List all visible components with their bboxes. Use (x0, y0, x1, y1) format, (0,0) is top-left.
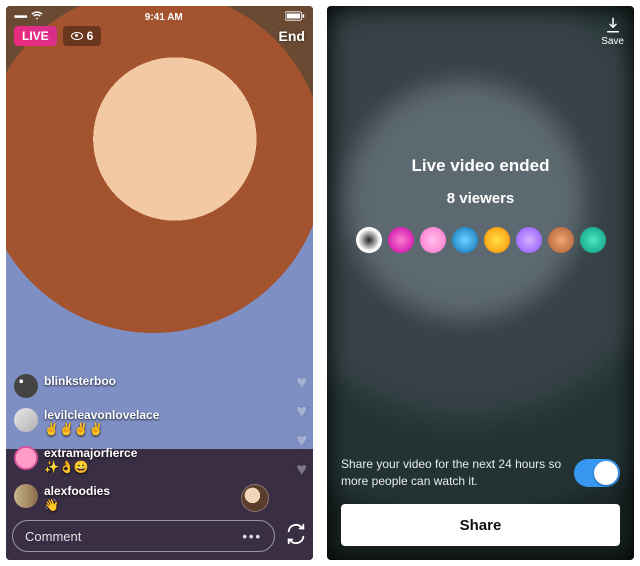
switch-camera-icon[interactable] (285, 523, 307, 550)
ended-viewer-count: 8 viewers (447, 190, 515, 207)
share-button[interactable]: Share (341, 504, 620, 546)
comment-row[interactable]: levilcleavonlovelace ✌️✌️✌️✌️ (14, 408, 253, 436)
heart-icon: ♥ (296, 372, 307, 393)
live-ended-screen: Save Live video ended 8 viewers Share yo… (327, 6, 634, 560)
battery-icon (285, 11, 305, 24)
viewer-avatar[interactable] (484, 227, 510, 253)
toggle-knob (594, 461, 618, 485)
heart-icon: ♥ (296, 459, 307, 480)
comment-input-row: Comment ••• (12, 520, 307, 552)
comment-username: blinksterboo (44, 374, 116, 388)
live-broadcast-screen: ••••• 9:41 AM LIVE 6 End ♥ ♥ ♥ ♥ (6, 6, 313, 560)
comment-row[interactable]: alexfoodies 👋 (14, 484, 253, 512)
viewer-avatars (356, 227, 606, 253)
wifi-icon (31, 11, 43, 24)
comments-list: blinksterboo levilcleavonlovelace ✌️✌️✌️… (14, 374, 253, 512)
viewer-avatar[interactable] (356, 227, 382, 253)
save-label: Save (601, 36, 624, 47)
heart-icon: ♥ (296, 401, 307, 422)
avatar (14, 374, 38, 398)
comment-username: extramajorfierce (44, 446, 137, 460)
eye-icon (71, 32, 83, 40)
ended-summary: Live video ended 8 viewers (327, 156, 634, 253)
status-time: 9:41 AM (145, 12, 183, 23)
live-top-bar: LIVE 6 End (14, 26, 305, 46)
viewer-count-pill[interactable]: 6 (63, 26, 102, 46)
comment-text: ✨👌😄 (44, 460, 137, 474)
avatar (14, 408, 38, 432)
viewer-avatar[interactable] (388, 227, 414, 253)
live-badge: LIVE (14, 26, 57, 46)
viewer-count: 6 (87, 29, 94, 43)
download-icon (604, 16, 622, 34)
signal-dots-icon: ••••• (14, 12, 27, 23)
comment-placeholder: Comment (25, 529, 81, 544)
more-icon[interactable]: ••• (242, 529, 262, 544)
comment-input[interactable]: Comment ••• (12, 520, 275, 552)
comment-text: ✌️✌️✌️✌️ (44, 422, 159, 436)
comment-text: 👋 (44, 498, 110, 512)
floating-hearts: ♥ ♥ ♥ ♥ (296, 372, 307, 480)
viewer-avatar[interactable] (548, 227, 574, 253)
share-message: Share your video for the next 24 hours s… (341, 456, 562, 490)
viewer-avatar[interactable] (516, 227, 542, 253)
comment-username: levilcleavonlovelace (44, 408, 159, 422)
viewer-avatar[interactable] (420, 227, 446, 253)
viewer-avatar[interactable] (452, 227, 478, 253)
avatar (14, 446, 38, 470)
end-button[interactable]: End (279, 28, 305, 44)
save-button[interactable]: Save (601, 16, 624, 47)
heart-icon: ♥ (296, 430, 307, 451)
comment-row[interactable]: extramajorfierce ✨👌😄 (14, 446, 253, 474)
comment-username: alexfoodies (44, 484, 110, 498)
share-block: Share your video for the next 24 hours s… (341, 456, 620, 546)
viewer-avatar[interactable] (580, 227, 606, 253)
ios-status-bar: ••••• 9:41 AM (6, 10, 313, 24)
ended-title: Live video ended (412, 156, 550, 176)
comment-row[interactable]: blinksterboo (14, 374, 253, 398)
avatar (14, 484, 38, 508)
share-toggle[interactable] (574, 459, 620, 487)
